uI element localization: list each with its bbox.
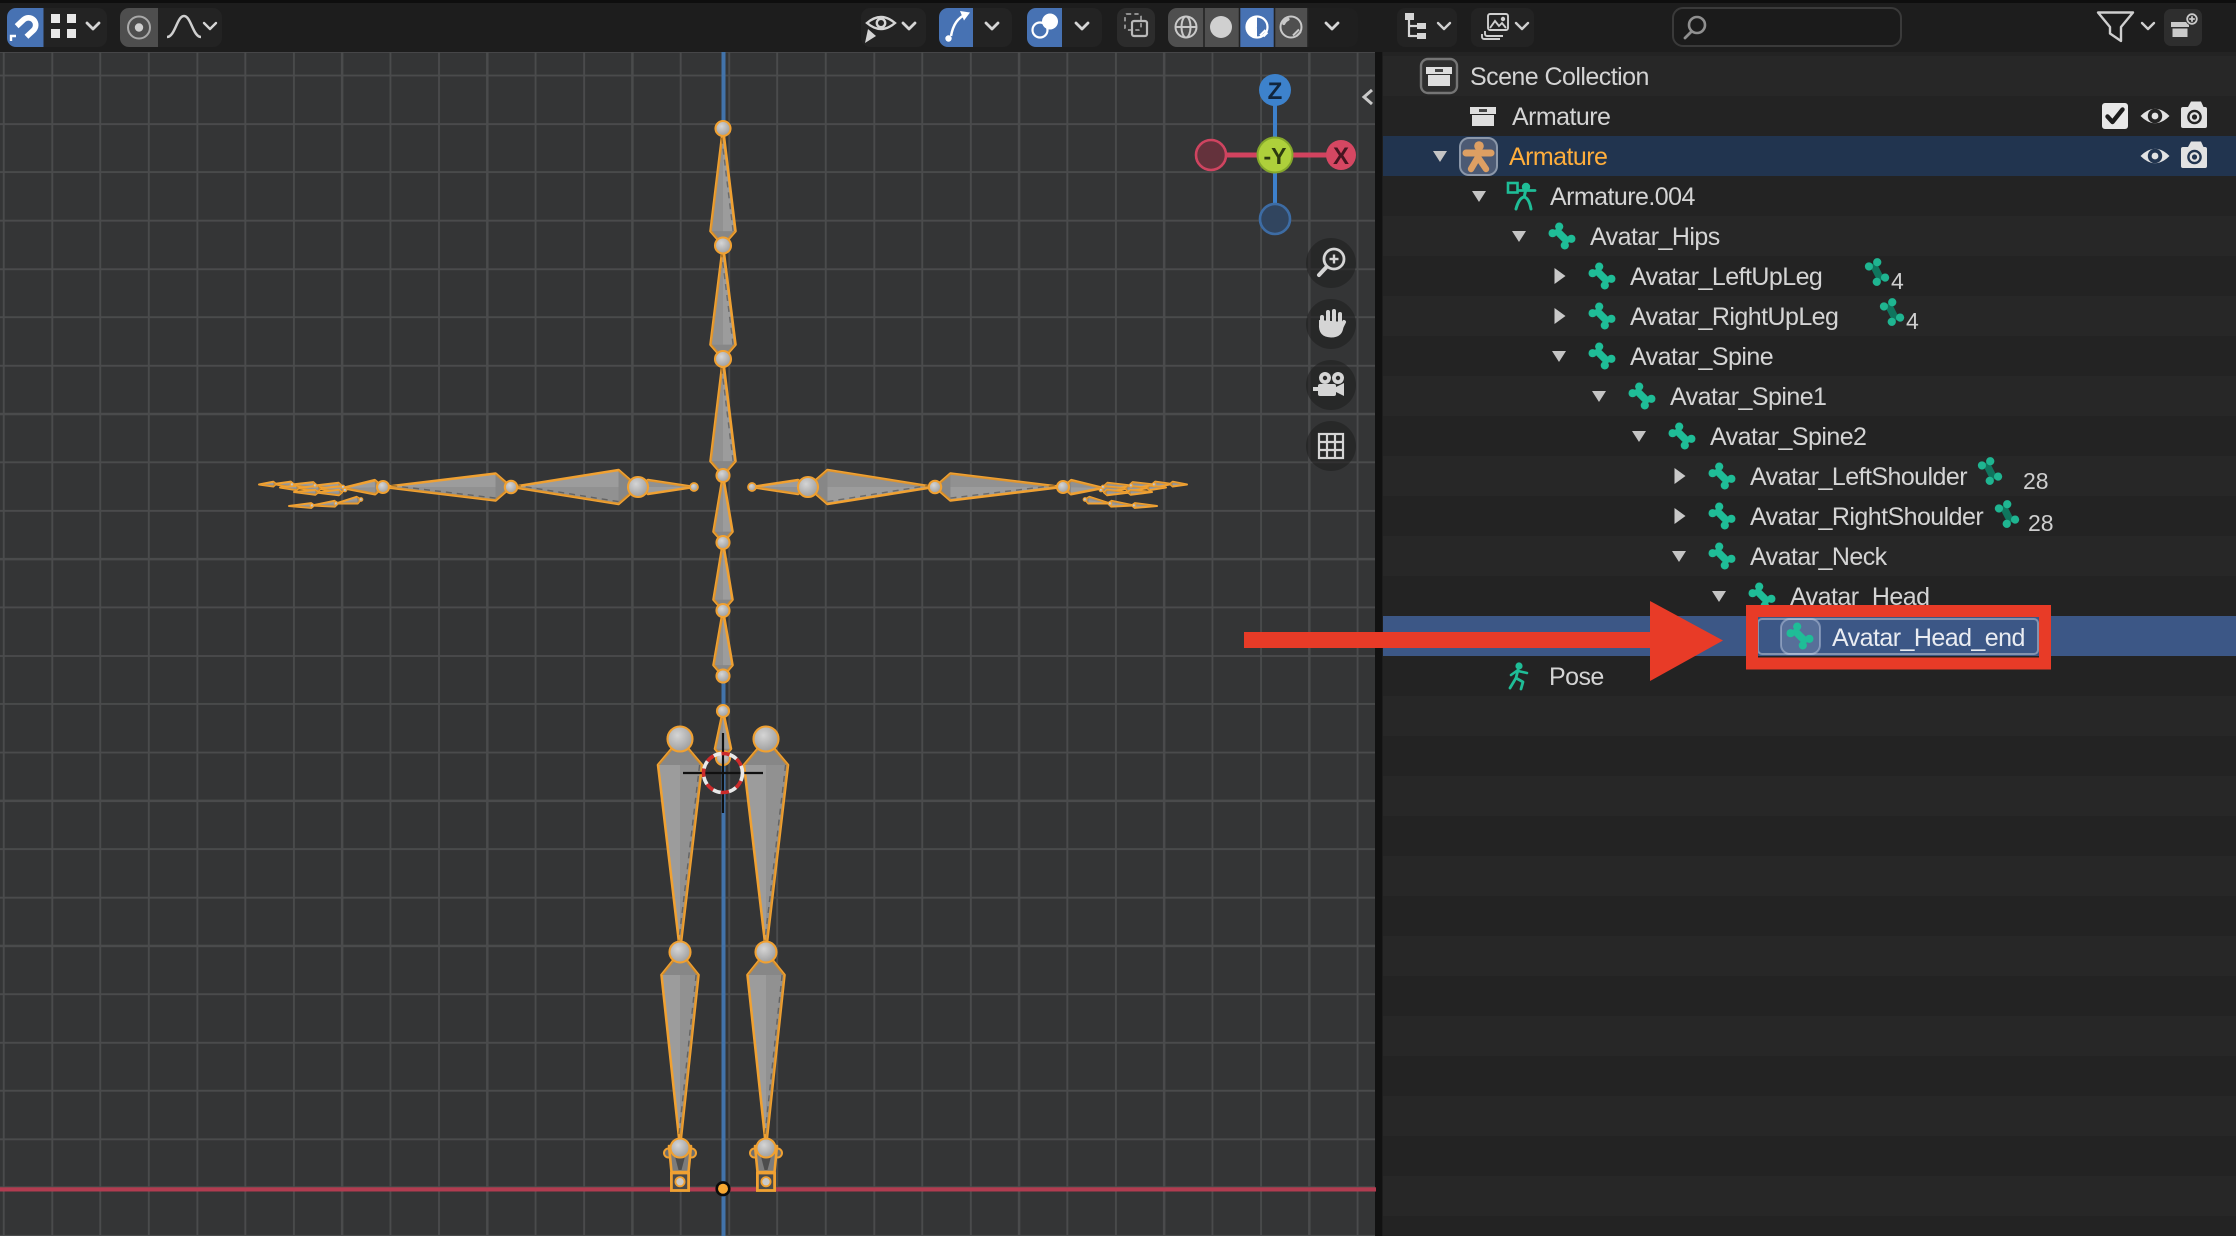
- svg-text:-Y: -Y: [1264, 143, 1287, 169]
- svg-text:28: 28: [2023, 468, 2049, 494]
- svg-text:4: 4: [1891, 268, 1904, 294]
- svg-text:Avatar_RightUpLeg: Avatar_RightUpLeg: [1630, 303, 1838, 331]
- svg-text:Avatar_Spine: Avatar_Spine: [1630, 343, 1773, 371]
- svg-text:Armature: Armature: [1512, 103, 1610, 131]
- svg-text:Avatar_Hips: Avatar_Hips: [1590, 223, 1720, 251]
- svg-text:Avatar_Spine1: Avatar_Spine1: [1670, 383, 1826, 411]
- svg-text:Avatar_Spine2: Avatar_Spine2: [1710, 423, 1866, 451]
- svg-text:Avatar_RightShoulder: Avatar_RightShoulder: [1750, 503, 1983, 531]
- svg-text:Avatar_Head_end: Avatar_Head_end: [1832, 624, 2025, 652]
- svg-text:Scene Collection: Scene Collection: [1470, 63, 1649, 91]
- svg-text:Z: Z: [1268, 78, 1283, 105]
- svg-text:Avatar_LeftShoulder: Avatar_LeftShoulder: [1750, 463, 1967, 491]
- svg-text:Armature: Armature: [1509, 143, 1607, 171]
- svg-text:28: 28: [2028, 510, 2054, 536]
- svg-text:4: 4: [1906, 308, 1919, 334]
- svg-text:Avatar_Neck: Avatar_Neck: [1750, 543, 1888, 571]
- svg-text:Pose: Pose: [1549, 663, 1604, 691]
- svg-text:Avatar_LeftUpLeg: Avatar_LeftUpLeg: [1630, 263, 1822, 291]
- svg-text:X: X: [1333, 143, 1349, 170]
- svg-text:Armature.004: Armature.004: [1550, 183, 1696, 211]
